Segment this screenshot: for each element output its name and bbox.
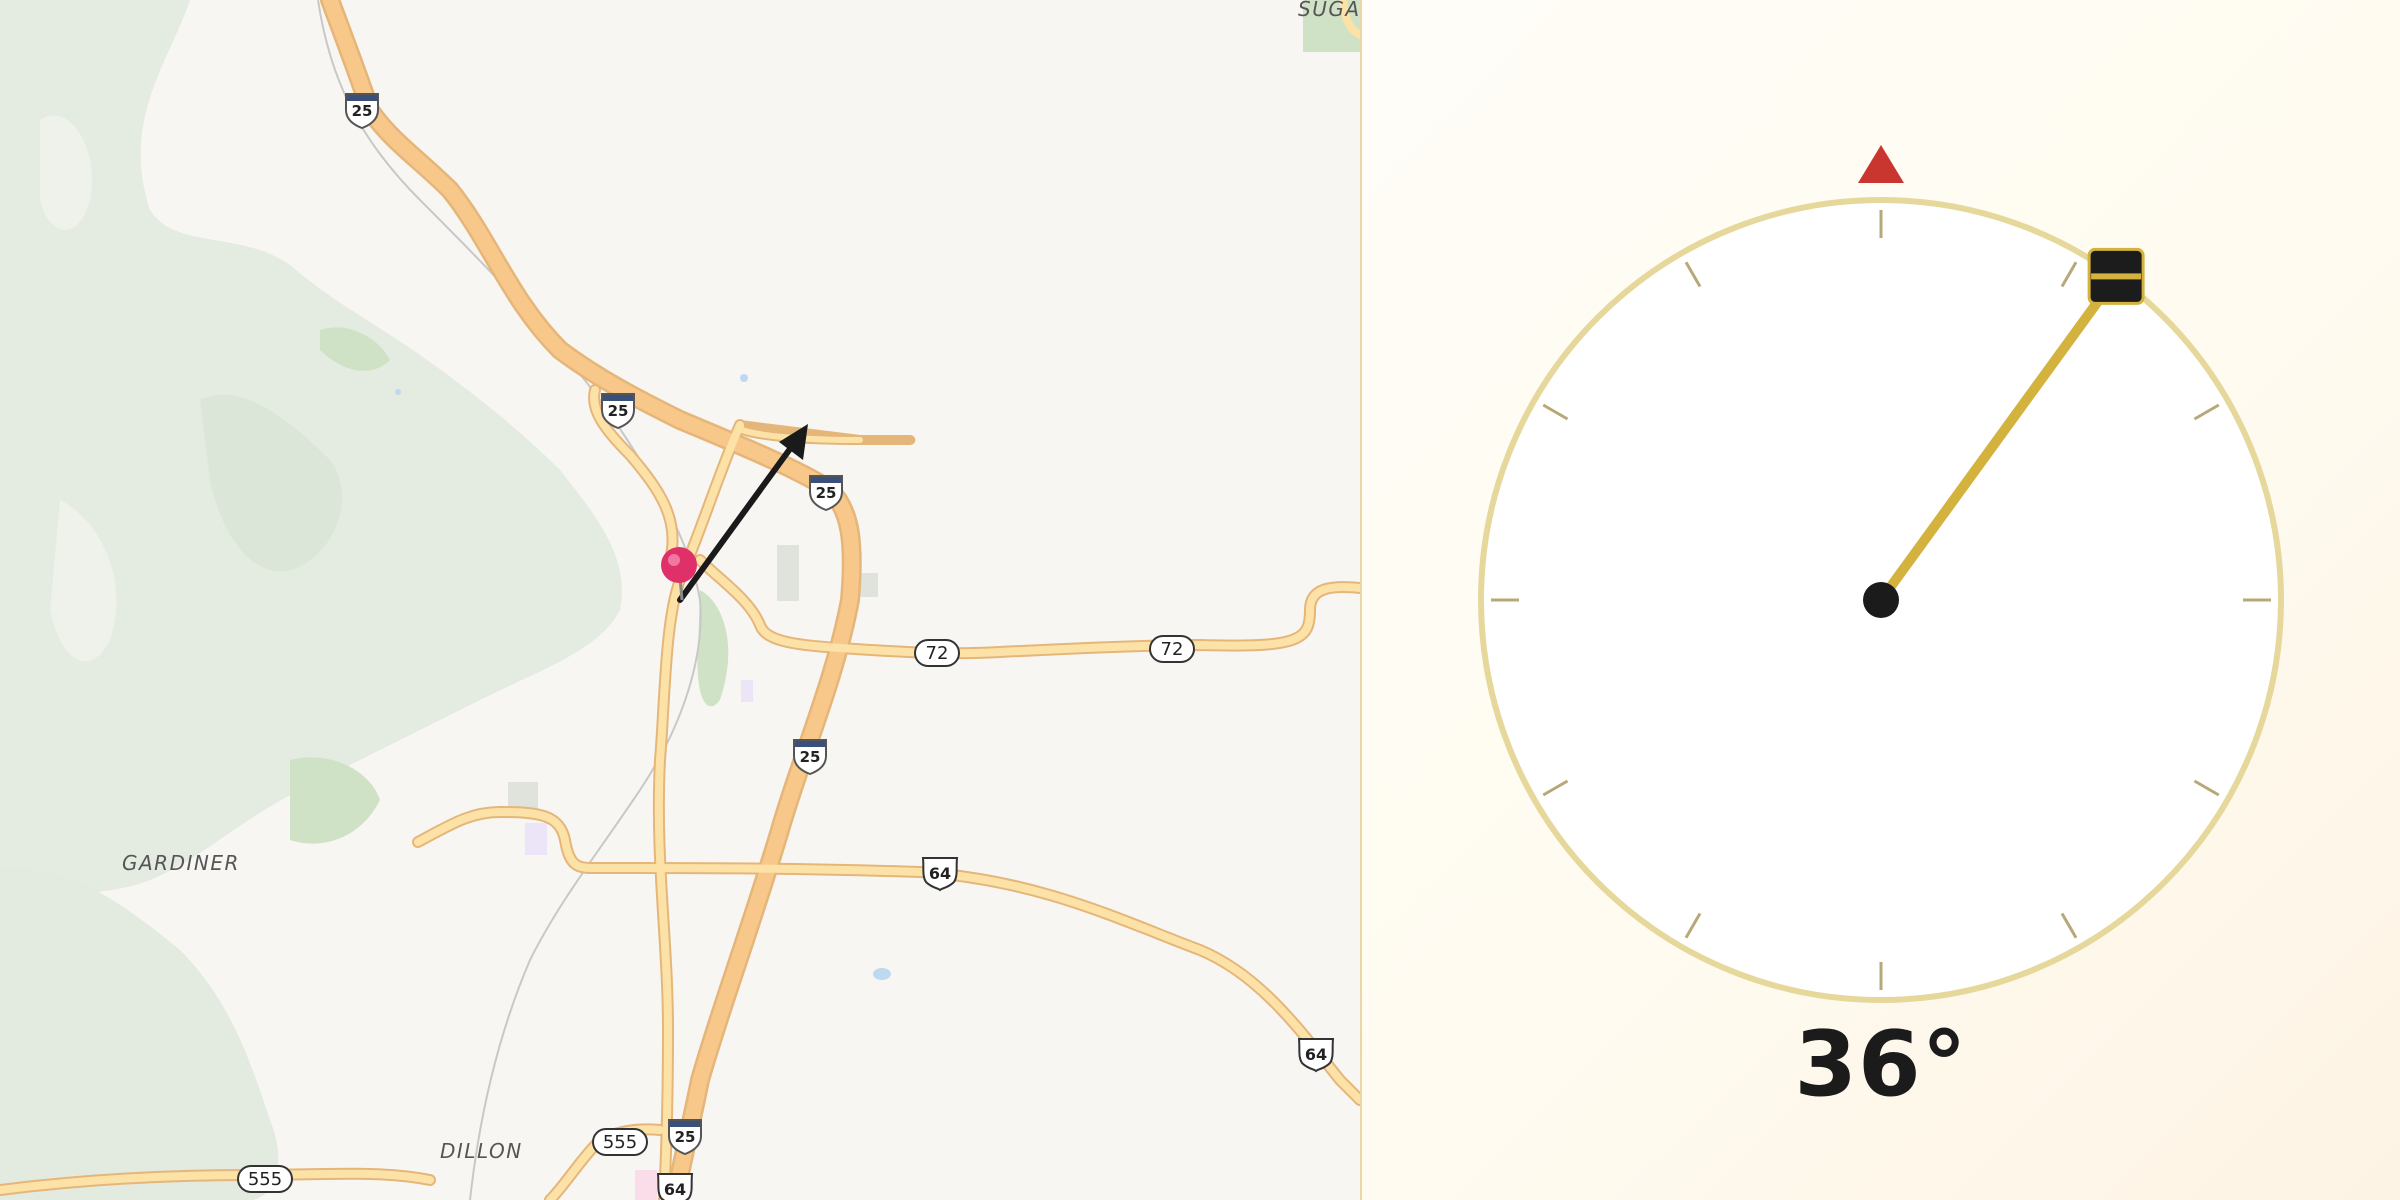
svg-text:555: 555	[603, 1132, 637, 1153]
interstate-shield: 25	[668, 1119, 702, 1156]
route-555-shield: 555	[592, 1128, 648, 1156]
us-route-64-shield: 64	[921, 857, 959, 892]
svg-text:25: 25	[800, 748, 821, 766]
svg-text:72: 72	[1161, 639, 1184, 660]
svg-text:555: 555	[248, 1169, 282, 1190]
svg-text:64: 64	[929, 864, 951, 883]
svg-text:25: 25	[352, 102, 373, 120]
route-555-shield: 555	[237, 1165, 293, 1193]
place-label-dillon: DILLON	[440, 1139, 523, 1163]
state-route-72-shield: 72	[914, 639, 960, 667]
svg-text:25: 25	[608, 402, 629, 420]
svg-text:72: 72	[926, 643, 949, 664]
place-label-gardiner: GARDINER	[122, 851, 240, 875]
map-view[interactable]: SUGAR GARDINER DILLON 25 25 25	[0, 0, 1360, 1200]
svg-text:64: 64	[664, 1180, 686, 1199]
place-label-sugar: SUGAR	[1298, 0, 1360, 21]
compass-panel: 36°	[1362, 0, 2400, 1200]
heading-readout: 36°	[1794, 1012, 1968, 1117]
state-route-72-shield: 72	[1149, 635, 1195, 663]
svg-text:25: 25	[675, 1128, 696, 1146]
svg-text:25: 25	[816, 484, 837, 502]
svg-text:64: 64	[1305, 1045, 1327, 1064]
map-canvas: SUGAR GARDINER DILLON 25 25 25	[0, 0, 1360, 1200]
needle-handle[interactable]	[2087, 247, 2145, 305]
needle-pivot	[1863, 582, 1899, 618]
us-route-64-shield: 64	[656, 1173, 694, 1200]
north-marker-icon	[1858, 145, 1904, 183]
